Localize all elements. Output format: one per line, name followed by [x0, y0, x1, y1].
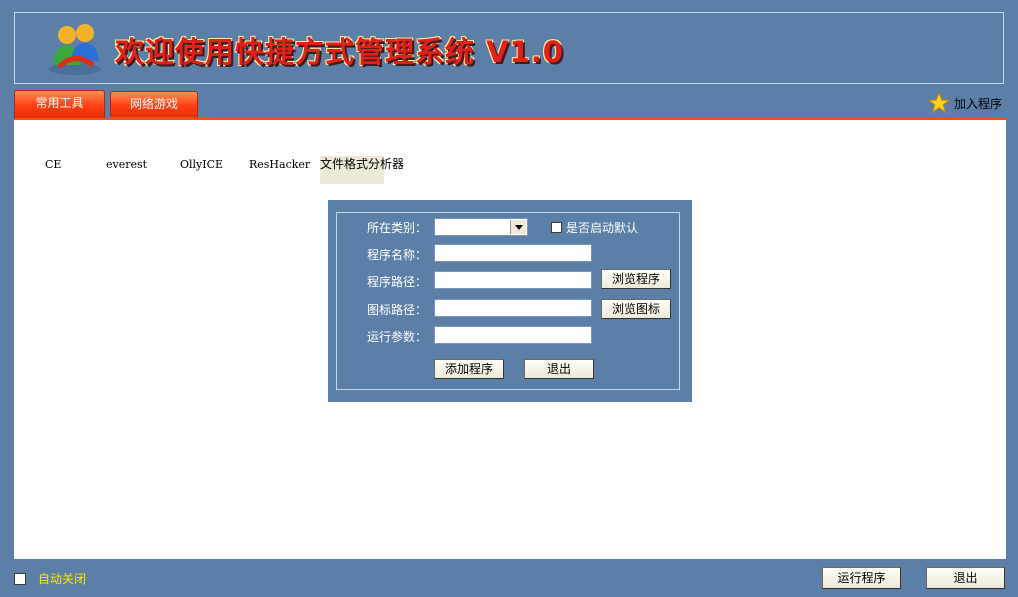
messenger-people-icon — [49, 24, 101, 75]
header-banner: 欢迎使用快捷方式管理系统 V1.0 — [14, 12, 1004, 84]
shortcut-item-ollyice[interactable]: OllyICE — [180, 158, 223, 171]
category-label: 所在类别： — [366, 221, 427, 235]
program-path-label: 程序路径： — [366, 275, 427, 289]
run-params-input[interactable] — [434, 326, 592, 344]
checkbox-box[interactable] — [551, 222, 562, 233]
auto-close-label: 自动关闭 — [38, 572, 87, 586]
program-name-input[interactable] — [434, 244, 592, 262]
tab-common-tools[interactable]: 常用工具 — [14, 90, 105, 118]
default-start-label: 是否启动默认 — [566, 221, 639, 235]
auto-close-checkbox[interactable]: 自动关闭 — [14, 570, 86, 587]
chevron-down-icon — [510, 220, 526, 234]
program-name-label: 程序名称： — [366, 248, 427, 262]
shortcut-item-reshacker[interactable]: ResHacker — [249, 158, 310, 171]
category-select[interactable] — [434, 218, 528, 236]
default-start-checkbox[interactable]: 是否启动默认 — [551, 219, 638, 236]
shortcut-item-everest[interactable]: everest — [106, 158, 147, 171]
add-program-button[interactable]: 加入程序 — [927, 92, 1002, 114]
shortcut-item-file-format-analyzer[interactable]: 文件格式分析器 — [320, 156, 404, 184]
form-frame: 所在类别： 是否启动默认 程序名称： 程序路径： 浏览程序 图标路径： 浏览图标… — [336, 212, 680, 390]
shortcut-item-ce[interactable]: CE — [45, 158, 61, 171]
browse-icon-button[interactable]: 浏览图标 — [601, 299, 671, 319]
run-program-button[interactable]: 运行程序 — [822, 567, 901, 589]
form-exit-button[interactable]: 退出 — [524, 359, 594, 379]
checkbox-box[interactable] — [14, 572, 26, 585]
icon-path-label: 图标路径： — [366, 303, 427, 317]
run-params-label: 运行参数： — [366, 330, 427, 344]
browse-program-button[interactable]: 浏览程序 — [601, 269, 671, 289]
add-program-form: 所在类别： 是否启动默认 程序名称： 程序路径： 浏览程序 图标路径： 浏览图标… — [328, 200, 692, 402]
icon-path-input[interactable] — [434, 299, 592, 317]
program-path-input[interactable] — [434, 271, 592, 289]
tab-online-games[interactable]: 网络游戏 — [110, 91, 198, 117]
add-program-label: 加入程序 — [953, 96, 1002, 111]
app-title: 欢迎使用快捷方式管理系统 V1.0 — [115, 35, 564, 69]
star-icon — [927, 92, 951, 114]
exit-button[interactable]: 退出 — [926, 567, 1005, 589]
add-program-submit-button[interactable]: 添加程序 — [434, 359, 504, 379]
shortcut-panel: CE everest OllyICE ResHacker 文件格式分析器 所在类… — [14, 118, 1006, 559]
